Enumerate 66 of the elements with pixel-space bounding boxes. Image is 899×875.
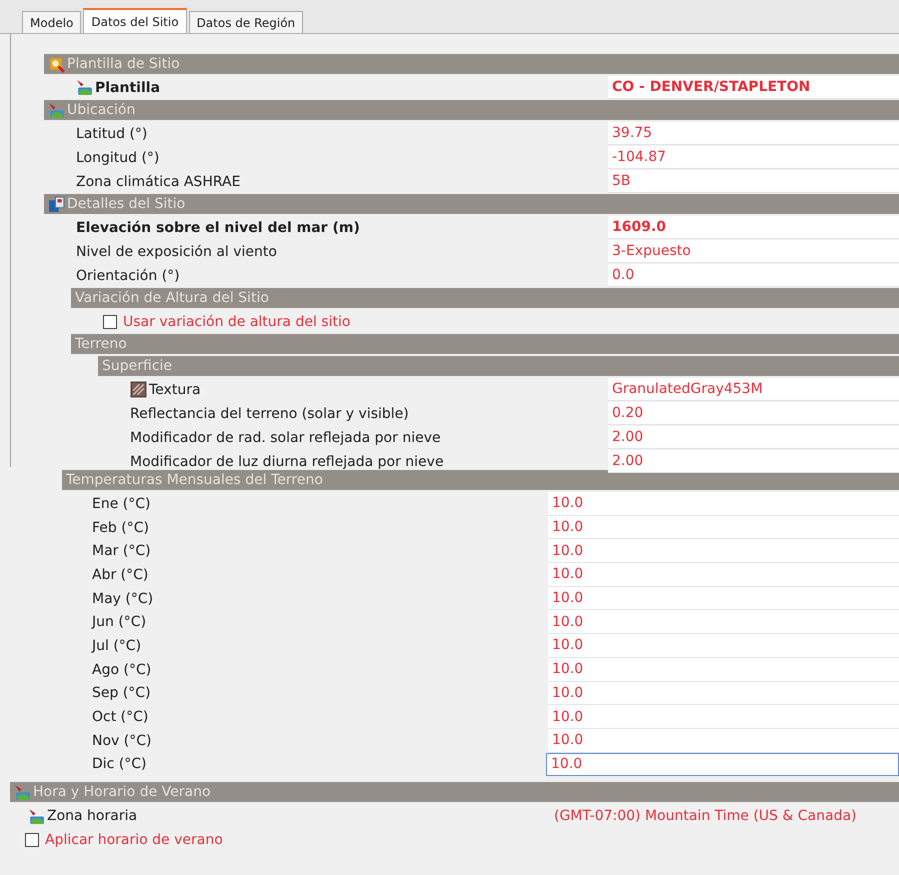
property-value[interactable]: 10.0 — [548, 658, 899, 682]
property-value[interactable]: 10.0 — [548, 682, 899, 706]
checkbox[interactable] — [25, 833, 39, 848]
property-label: Nov (°C) — [92, 732, 152, 749]
checkbox-label: Usar variación de altura del sitio — [123, 314, 350, 330]
property-label: Ene (°C) — [92, 496, 150, 512]
property-label: May (°C) — [92, 590, 154, 607]
property-label: Plantilla — [95, 80, 160, 96]
property-value[interactable]: 1609.0 — [608, 216, 899, 239]
tab[interactable]: Modelo — [22, 11, 82, 33]
property-value[interactable]: 5B — [608, 170, 899, 193]
property-value[interactable]: 10.0 — [546, 752, 899, 776]
property-value[interactable]: (GMT-07:00) Mountain Time (US & Canada) — [550, 804, 899, 828]
property-label: Mar (°C) — [92, 543, 151, 560]
property-label: Ago (°C) — [92, 662, 152, 678]
checkbox[interactable] — [103, 314, 117, 328]
property-label: Zona climática ASHRAE — [76, 174, 240, 190]
section-header[interactable]: Superficie — [98, 356, 899, 376]
property-label: Modificador de rad. solar reflejada por nieve — [130, 430, 441, 446]
property-label: Nivel de exposición al viento — [76, 244, 277, 260]
property-label: Jun (°C) — [92, 614, 146, 630]
property-label: Abr (°C) — [92, 566, 148, 583]
tab[interactable]: Datos de Región — [188, 11, 304, 33]
property-label: Zona horaria — [47, 808, 138, 824]
property-label: Modificador de luz diurna reflejada por nieve — [130, 454, 444, 470]
property-label: Dic (°C) — [92, 756, 147, 772]
property-label: Reflectancia del terreno (solar y visible) — [130, 406, 409, 422]
section-header[interactable]: Detalles del Sitio — [44, 194, 899, 214]
template-icon — [48, 56, 65, 72]
property-value[interactable]: 3-Expuesto — [608, 240, 899, 263]
property-value[interactable]: 10.0 — [548, 492, 899, 516]
property-value[interactable]: 10.0 — [548, 563, 899, 587]
property-label: Elevación sobre el nivel del mar (m) — [76, 220, 360, 236]
property-value[interactable]: CO - DENVER/STAPLETON — [608, 76, 899, 99]
property-label: Feb (°C) — [92, 520, 149, 536]
property-value[interactable]: 0.20 — [608, 402, 899, 425]
property-value[interactable]: GranulatedGray453M — [608, 378, 899, 401]
property-label: Latitud (°) — [76, 126, 148, 142]
property-value[interactable]: 10.0 — [548, 539, 899, 564]
property-value[interactable]: 2.00 — [608, 450, 899, 473]
section-header[interactable]: Plantilla de Sitio — [44, 54, 899, 74]
property-value[interactable]: -104.87 — [608, 146, 899, 169]
property-value[interactable]: 2.00 — [608, 426, 899, 449]
property-label: Longitud (°) — [76, 150, 160, 166]
section-header[interactable]: Variación de Altura del Sitio — [71, 288, 899, 308]
property-label: Jul (°C) — [92, 638, 142, 654]
property-value[interactable]: 10.0 — [548, 728, 899, 753]
property-label: Oct (°C) — [92, 709, 148, 726]
property-value[interactable]: 10.0 — [548, 705, 899, 729]
property-value[interactable]: 10.0 — [548, 610, 899, 634]
property-value[interactable]: 10.0 — [548, 516, 899, 540]
property-value[interactable]: 10.0 — [548, 634, 899, 658]
section-header[interactable]: Terreno — [71, 334, 899, 354]
section-header[interactable]: Temperaturas Mensuales del Terreno — [62, 470, 899, 490]
tab[interactable]: Datos del Sitio — [83, 8, 187, 33]
blueprint-icon — [48, 196, 65, 212]
property-value[interactable]: 10.0 — [548, 586, 899, 610]
property-value[interactable]: 0.0 — [608, 264, 899, 287]
property-label: Textura — [149, 382, 201, 398]
checkbox-label: Aplicar horario de verano — [45, 832, 223, 848]
property-value[interactable]: 39.75 — [608, 122, 899, 145]
section-header[interactable]: Ubicación — [44, 100, 899, 120]
section-header[interactable]: Hora y Horario de Verano — [10, 782, 899, 802]
property-label: Orientación (°) — [76, 268, 180, 284]
texture-icon — [130, 381, 147, 398]
property-label: Sep (°C) — [92, 685, 151, 702]
